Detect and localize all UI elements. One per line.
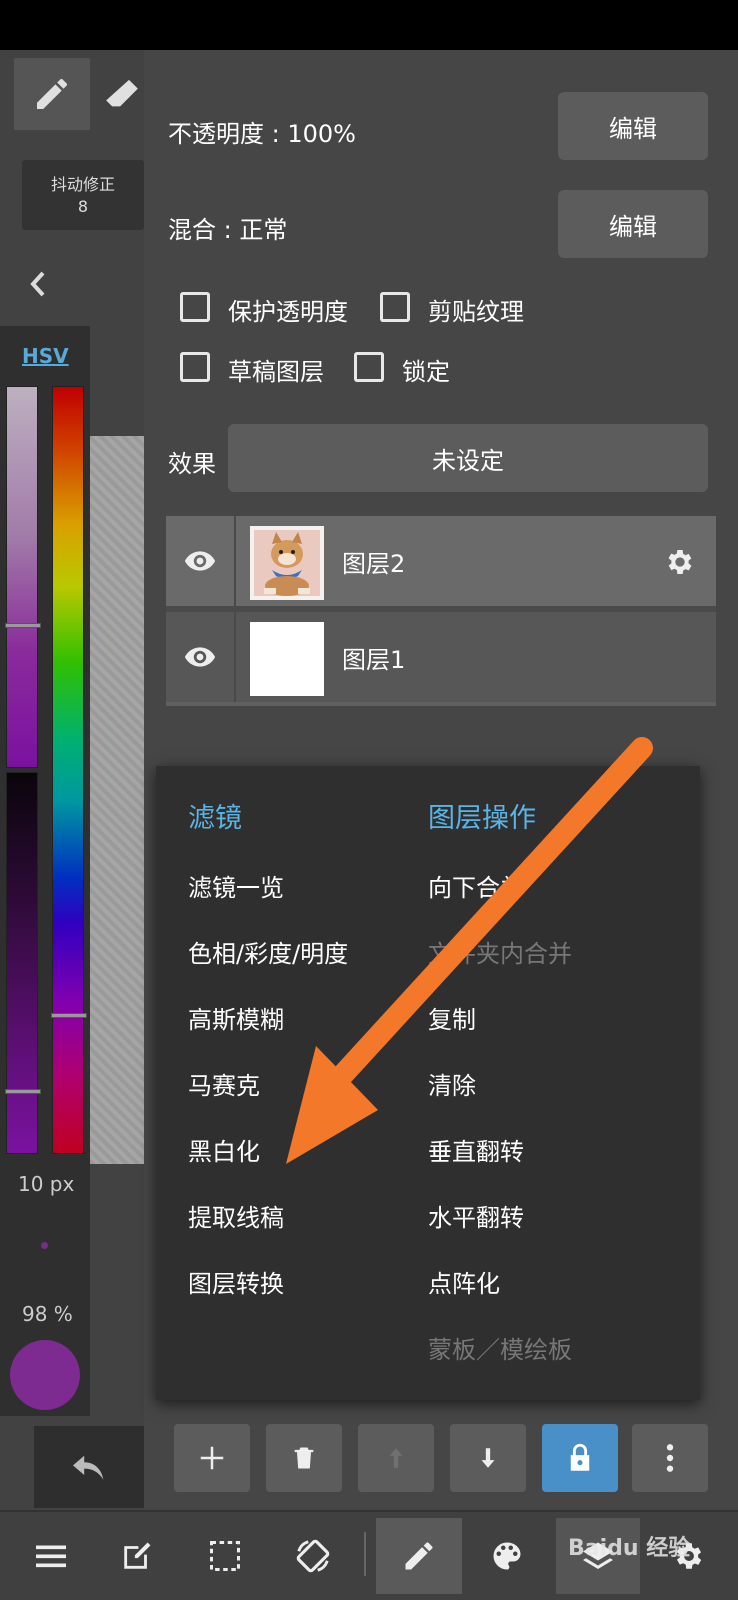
menu-item-merge-down[interactable]: 向下合并 — [428, 868, 524, 903]
stabilizer-label: 抖动修正 — [50, 175, 115, 194]
pen-icon — [37, 78, 68, 109]
plus-icon — [200, 1446, 224, 1470]
menu-item-extract-lines[interactable]: 提取线稿 — [188, 1198, 284, 1233]
eraser-tool-tab[interactable] — [100, 58, 144, 130]
edit-icon — [124, 1542, 151, 1569]
brush-preview-dot — [41, 1242, 48, 1249]
layer-name: 图层1 — [342, 646, 406, 674]
canvas-area[interactable] — [90, 436, 144, 1164]
menu-item-duplicate[interactable]: 复制 — [428, 1000, 476, 1035]
lock-checkbox[interactable] — [354, 352, 384, 382]
blend-mode-label: 混合 : 正常 — [168, 216, 288, 244]
arrow-up-icon — [389, 1448, 403, 1468]
menu-item-monochrome[interactable]: 黑白化 — [188, 1132, 260, 1167]
move-layer-up-button[interactable] — [358, 1424, 434, 1492]
menu-item-flip-horizontal[interactable]: 水平翻转 — [428, 1198, 524, 1233]
layer-thumbnail — [250, 622, 324, 696]
delete-layer-button[interactable] — [266, 1424, 342, 1492]
draft-layer-label: 草稿图层 — [228, 358, 324, 386]
menu-item-gaussian-blur[interactable]: 高斯模糊 — [188, 1000, 284, 1035]
lock-label: 锁定 — [402, 358, 450, 386]
saturation-slider[interactable] — [5, 386, 41, 768]
lock-layer-button[interactable] — [542, 1424, 618, 1492]
selection-icon — [210, 1541, 240, 1571]
status-bar — [0, 0, 738, 50]
menu-button[interactable] — [12, 1518, 90, 1594]
value-slider[interactable] — [5, 772, 41, 1154]
menu-item-rasterize[interactable]: 点阵化 — [428, 1264, 500, 1299]
color-palette-button[interactable] — [468, 1518, 546, 1594]
layer-thumbnail — [250, 526, 324, 600]
saturation-thumb[interactable] — [5, 623, 41, 628]
menu-item-convert-layer[interactable]: 图层转换 — [188, 1264, 284, 1299]
layer-row[interactable]: 图层2 — [166, 516, 716, 606]
brush-opacity[interactable]: 98 % — [22, 1302, 73, 1326]
menu-item-hue-saturation[interactable]: 色相/彩度/明度 — [188, 934, 348, 969]
visibility-toggle[interactable] — [166, 516, 236, 606]
more-options-button[interactable] — [632, 1424, 708, 1492]
rotate-canvas-button[interactable] — [274, 1518, 352, 1594]
current-color-swatch[interactable] — [10, 1340, 80, 1410]
stabilizer-value: 8 — [77, 197, 89, 216]
pen-tool-tab[interactable] — [14, 58, 90, 130]
menu-item-mask[interactable]: 蒙板／模绘板 — [428, 1330, 572, 1365]
arrow-down-icon — [481, 1448, 495, 1468]
protect-alpha-label: 保护透明度 — [228, 298, 348, 326]
hue-slider[interactable] — [51, 386, 87, 1154]
layer-context-menu: 滤镜 滤镜一览 色相/彩度/明度 高斯模糊 马赛克 黑白化 提取线稿 图层转换 … — [156, 766, 700, 1400]
undo-button[interactable] — [34, 1426, 144, 1508]
opacity-label: 不透明度 : 100% — [168, 120, 356, 148]
edit-button[interactable] — [98, 1518, 176, 1594]
dog-photo-thumbnail — [250, 526, 324, 600]
color-mode-toggle[interactable]: HSV — [22, 344, 69, 368]
menu-item-flip-vertical[interactable]: 垂直翻转 — [428, 1132, 524, 1167]
edit-opacity-button[interactable]: 编辑 — [558, 92, 708, 160]
hue-thumb[interactable] — [51, 1013, 87, 1018]
brush-size[interactable]: 10 px — [18, 1172, 74, 1196]
gear-icon — [668, 550, 692, 574]
lock-icon — [570, 1443, 590, 1471]
chevron-left-icon — [30, 271, 45, 297]
eye-icon — [184, 551, 216, 571]
visibility-toggle[interactable] — [166, 612, 236, 702]
layer-name: 图层2 — [342, 550, 406, 578]
pen-icon — [405, 1542, 433, 1570]
palette-icon — [493, 1542, 521, 1570]
trash-icon — [294, 1447, 314, 1469]
pen-tool-button[interactable] — [376, 1518, 462, 1594]
more-vertical-icon — [666, 1444, 674, 1472]
effect-label: 效果 — [168, 450, 216, 478]
clipping-checkbox[interactable] — [380, 292, 410, 322]
hamburger-icon — [36, 1545, 66, 1568]
menu-item-clear[interactable]: 清除 — [428, 1066, 476, 1101]
value-thumb[interactable] — [5, 1089, 41, 1094]
stabilizer-box[interactable]: 抖动修正 8 — [22, 160, 144, 230]
protect-alpha-checkbox[interactable] — [180, 292, 210, 322]
clipping-label: 剪贴纹理 — [428, 298, 524, 326]
undo-icon — [73, 1455, 104, 1480]
add-layer-button[interactable] — [174, 1424, 250, 1492]
layer-list-divider — [166, 702, 716, 706]
layer-settings-button[interactable] — [660, 542, 700, 582]
baidu-watermark: Baidu 经验 — [568, 1536, 691, 1561]
selection-button[interactable] — [186, 1518, 264, 1594]
effect-select-button[interactable]: 未设定 — [228, 424, 708, 492]
menu-item-filter-list[interactable]: 滤镜一览 — [188, 868, 284, 903]
filter-menu-header: 滤镜 — [188, 803, 242, 834]
eraser-icon — [106, 79, 138, 107]
collapse-panel-button[interactable] — [18, 262, 58, 306]
menu-item-mosaic[interactable]: 马赛克 — [188, 1066, 260, 1101]
layer-ops-header: 图层操作 — [428, 803, 536, 834]
move-layer-down-button[interactable] — [450, 1424, 526, 1492]
edit-blend-button[interactable]: 编辑 — [558, 190, 708, 258]
toolbar-divider — [364, 1532, 366, 1576]
layer-row[interactable]: 图层1 — [166, 612, 716, 702]
draft-layer-checkbox[interactable] — [180, 352, 210, 382]
eye-icon — [184, 647, 216, 667]
menu-item-merge-folder[interactable]: 文件夹内合并 — [428, 934, 572, 969]
rotate-icon — [296, 1539, 330, 1573]
